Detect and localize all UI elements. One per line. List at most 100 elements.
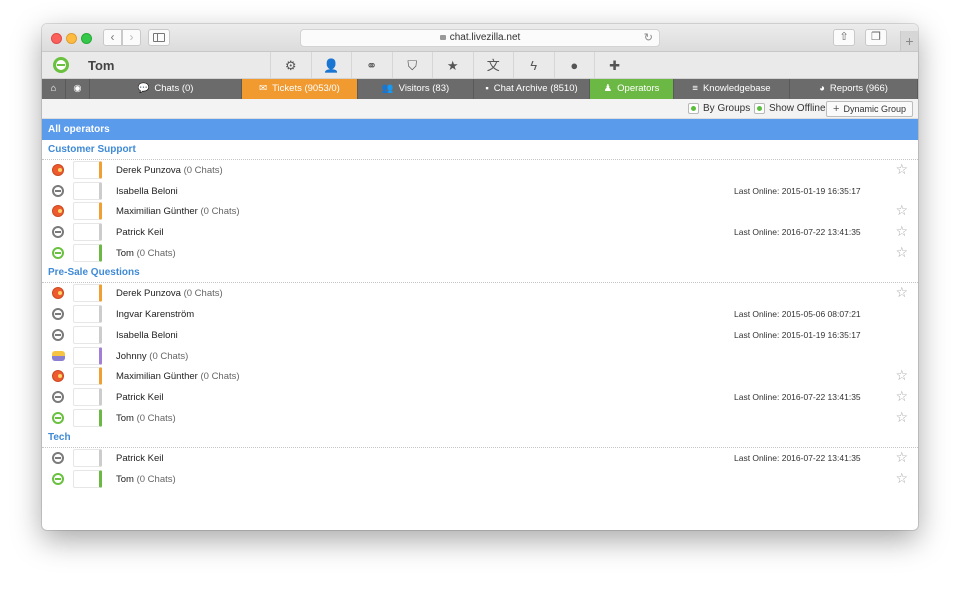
star-icon[interactable]: ☆ — [895, 409, 908, 425]
mail-icon: ✉ — [259, 83, 268, 94]
translate-toolbar-button[interactable]: 文 — [472, 52, 514, 79]
operator-name-line: Derek Punzova (0 Chats) — [116, 288, 223, 299]
sidebar-icon — [153, 33, 165, 42]
star-icon[interactable]: ☆ — [895, 223, 908, 239]
group-title[interactable]: Customer Support — [42, 140, 918, 160]
tab-label: Chat Archive (8510) — [493, 83, 578, 94]
by-groups-checkbox[interactable] — [688, 103, 699, 114]
status-online-icon — [52, 411, 64, 424]
browser-window: ‹ › chat.livezilla.net ↻ ⇧ ❐ + Tom ⚙ 👤 ⚭ ⛉ ★… — [42, 24, 918, 530]
new-tab-button[interactable]: + — [900, 31, 918, 51]
tab-home[interactable]: ⌂ — [42, 79, 66, 99]
operator-name-line: Maximilian Günther (0 Chats) — [116, 206, 240, 217]
avatar — [73, 305, 102, 324]
operator-row[interactable]: Maximilian Günther (0 Chats) ☆ — [42, 366, 918, 387]
bolt-icon: ϟ — [530, 58, 538, 73]
last-online: Last Online: 2015-01-19 16:35:17 — [734, 329, 861, 340]
tab-globe[interactable]: ◉ — [66, 79, 90, 99]
star-icon[interactable]: ☆ — [895, 244, 908, 260]
chat-count: (0 Chats) — [183, 288, 223, 300]
operator-row[interactable]: Johnny (0 Chats) — [42, 346, 918, 367]
tab-visitors[interactable]: 👥 Visitors (83) — [358, 79, 474, 99]
operator-row[interactable]: Patrick Keil Last Online: 2016-07-22 13:… — [42, 448, 918, 469]
last-online: Last Online: 2016-07-22 13:41:35 — [734, 391, 861, 402]
avatar — [73, 202, 102, 221]
operator-row[interactable]: Tom (0 Chats) ☆ — [42, 469, 918, 490]
operator-row[interactable]: Derek Punzova (0 Chats) ☆ — [42, 283, 918, 304]
operator-name: Tom — [116, 412, 134, 424]
star-icon[interactable]: ☆ — [895, 202, 908, 218]
operator-row[interactable]: Tom (0 Chats) ☆ — [42, 243, 918, 264]
operator-name-line: Tom (0 Chats) — [116, 413, 176, 424]
close-window-button[interactable] — [51, 33, 62, 44]
operator-name: Johnny — [116, 350, 147, 362]
tab-archive[interactable]: ▪ Chat Archive (8510) — [474, 79, 590, 99]
user-status-icon[interactable] — [53, 57, 69, 73]
operator-row[interactable]: Maximilian Günther (0 Chats) ☆ — [42, 201, 918, 222]
tab-overview-button[interactable]: ❐ — [865, 29, 887, 46]
group-title[interactable]: Tech — [42, 428, 918, 449]
link-toolbar-button[interactable]: ⚭ — [351, 52, 392, 79]
status-offline-icon — [52, 226, 64, 239]
star-icon[interactable]: ☆ — [895, 388, 908, 404]
user-toolbar-button[interactable]: 👤 — [310, 52, 352, 79]
visitors-icon: 👥 — [381, 83, 394, 94]
avatar — [73, 367, 102, 386]
info-toolbar-button[interactable]: ● — [553, 52, 595, 79]
share-button[interactable]: ⇧ — [833, 29, 855, 46]
gears-toolbar-button[interactable]: ⚙ — [270, 52, 311, 79]
last-online: Last Online: 2015-01-19 16:35:17 — [734, 185, 861, 196]
star-icon[interactable]: ☆ — [895, 449, 908, 465]
chat-count: (0 Chats) — [149, 350, 189, 362]
star-icon[interactable]: ☆ — [895, 284, 908, 300]
star-toolbar-button[interactable]: ★ — [432, 52, 473, 79]
operator-name: Isabella Beloni — [116, 185, 178, 197]
back-button[interactable]: ‹ — [103, 29, 122, 46]
sidebar-toggle-button[interactable] — [148, 29, 170, 46]
archive-icon: ▪ — [485, 83, 489, 94]
minimize-window-button[interactable] — [66, 33, 77, 44]
operator-name-line: Tom (0 Chats) — [116, 248, 176, 259]
operator-row[interactable]: Derek Punzova (0 Chats) ☆ — [42, 160, 918, 181]
tab-reports[interactable]: ◕ Reports (966) — [790, 79, 918, 99]
reload-icon[interactable]: ↻ — [644, 30, 653, 46]
operator-row[interactable]: Isabella Beloni Last Online: 2015-01-19 … — [42, 181, 918, 202]
tab-chats[interactable]: 💬 Chats (0) — [90, 79, 242, 99]
browser-chrome: ‹ › chat.livezilla.net ↻ ⇧ ❐ + — [42, 24, 918, 52]
tab-operators[interactable]: ♟ Operators — [590, 79, 674, 99]
operator-row[interactable]: Patrick Keil Last Online: 2016-07-22 13:… — [42, 222, 918, 243]
operator-name-line: Ingvar Karenström — [116, 309, 194, 320]
chat-icon: 💬 — [137, 83, 150, 94]
operator-row[interactable]: Patrick Keil Last Online: 2016-07-22 13:… — [42, 387, 918, 408]
operator-row[interactable]: Tom (0 Chats) ☆ — [42, 408, 918, 429]
tab-tickets[interactable]: ✉ Tickets (9053/0) — [242, 79, 358, 99]
avatar — [73, 284, 102, 303]
operator-row[interactable]: Isabella Beloni Last Online: 2015-01-19 … — [42, 325, 918, 346]
star-icon[interactable]: ☆ — [895, 367, 908, 383]
show-offline-checkbox[interactable] — [754, 103, 765, 114]
tab-kb[interactable]: ≡ Knowledgebase — [674, 79, 790, 99]
operator-name-line: Isabella Beloni — [116, 330, 178, 341]
link-icon: ⚭ — [366, 58, 378, 73]
chat-count: (0 Chats) — [200, 371, 240, 383]
star-icon[interactable]: ☆ — [895, 161, 908, 177]
operator-row[interactable]: Ingvar Karenström Last Online: 2015-05-0… — [42, 304, 918, 325]
maximize-window-button[interactable] — [81, 33, 92, 44]
status-offline-icon — [52, 328, 64, 341]
star-icon[interactable]: ☆ — [895, 470, 908, 486]
shield-icon: ⛉ — [407, 58, 418, 73]
status-busy-icon — [52, 205, 64, 218]
plus-toolbar-button[interactable]: ✚ — [594, 52, 635, 79]
avatar — [73, 243, 102, 262]
operator-name-line: Maximilian Günther (0 Chats) — [116, 371, 240, 382]
info-icon: ● — [570, 58, 579, 73]
operator-name-line: Tom (0 Chats) — [116, 474, 176, 485]
dynamic-group-button[interactable]: + Dynamic Group — [826, 101, 913, 117]
bolt-toolbar-button[interactable]: ϟ — [513, 52, 554, 79]
group-title[interactable]: Pre-Sale Questions — [42, 263, 918, 284]
forward-button[interactable]: › — [122, 29, 141, 46]
status-busy-icon — [52, 287, 64, 300]
tab-label: Visitors (83) — [398, 83, 450, 94]
address-bar[interactable]: chat.livezilla.net ↻ — [300, 29, 660, 47]
shield-toolbar-button[interactable]: ⛉ — [391, 52, 433, 79]
